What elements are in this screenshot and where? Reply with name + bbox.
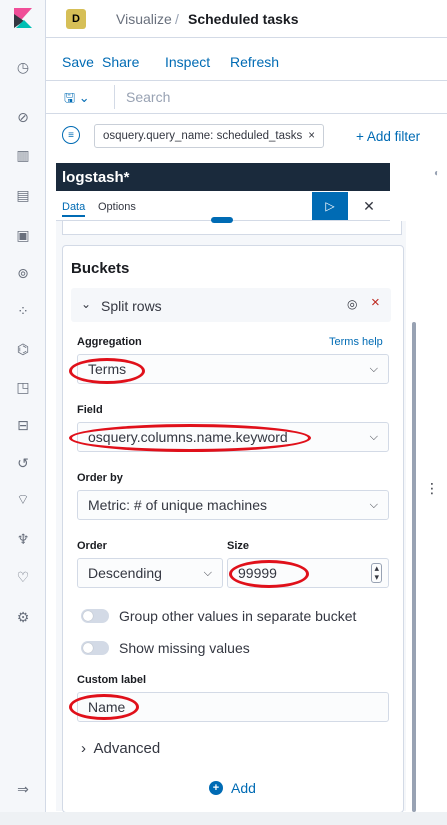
space-badge[interactable]: D (66, 9, 86, 29)
split-rows-header[interactable]: ⌄ Split rows ◎ × (71, 288, 391, 322)
order-by-label: Order by (77, 472, 123, 484)
buckets-panel: Buckets ⌄ Split rows ◎ × Aggregation Ter… (62, 245, 404, 813)
filter-options-icon[interactable]: ≡ (62, 126, 80, 144)
order-value: Descending (88, 565, 162, 581)
chevron-down-icon: ⌵ (369, 431, 378, 443)
order-by-select[interactable]: Metric: # of unique machines ⌵ (77, 490, 389, 520)
apm-icon[interactable]: ⊟ (13, 416, 33, 436)
compass-icon[interactable]: ⊘ (13, 108, 33, 128)
inspect-link[interactable]: Inspect (165, 54, 210, 70)
add-filter-link[interactable]: + Add filter (356, 129, 420, 144)
order-label: Order (77, 540, 107, 552)
saved-query-icon[interactable]: 🖫 ⌄ (64, 89, 90, 111)
order-select[interactable]: Descending ⌵ (77, 558, 223, 588)
infra-icon[interactable]: ⌬ (13, 340, 33, 360)
advanced-toggle[interactable]: › Advanced (81, 740, 160, 757)
split-rows-label: Split rows (101, 298, 162, 314)
save-link[interactable]: Save (62, 54, 94, 70)
apply-button[interactable]: ▷ (312, 192, 348, 220)
terms-help-link[interactable]: Terms help (329, 336, 383, 348)
breadcrumb-visualize[interactable]: Visualize (116, 11, 172, 27)
plus-icon: + (209, 781, 223, 795)
show-missing-switch[interactable] (81, 641, 109, 655)
search-input[interactable] (116, 85, 447, 109)
aggregation-value: Terms (88, 361, 127, 377)
dashboard-icon[interactable]: ▤ (13, 186, 33, 206)
size-input[interactable]: 99999 ▴ ▾ (227, 558, 389, 588)
management-icon[interactable]: ⚙ (13, 608, 33, 628)
top-header: D Visualize / Scheduled tasks (46, 0, 447, 38)
breadcrumb-current: Scheduled tasks (188, 11, 299, 27)
field-value: osquery.columns.name.keyword (88, 429, 288, 445)
chevron-down-icon: ⌵ (369, 499, 378, 511)
group-other-label: Group other values in separate bucket (119, 608, 357, 624)
resize-handle-icon[interactable]: ⋮ (425, 480, 439, 497)
custom-label-label: Custom label (77, 674, 147, 686)
add-label: Add (231, 780, 256, 796)
left-nav: ◷ ⊘ ▥ ▤ ▣ ⊚ ⁘ ⌬ ◳ ⊟ ↺ ⌔ ♆ ♡ ⚙ ⇒ (0, 0, 46, 825)
show-missing-switch-row[interactable]: Show missing values (81, 638, 250, 658)
eye-icon[interactable]: ◎ (347, 297, 357, 311)
clock-icon[interactable]: ◷ (13, 58, 33, 78)
filter-pill[interactable]: osquery.query_name: scheduled_tasks × (94, 124, 324, 148)
uptime-icon[interactable]: ↺ (13, 454, 33, 474)
group-other-switch-row[interactable]: Group other values in separate bucket (81, 606, 356, 626)
chevron-down-icon: ⌵ (369, 363, 378, 375)
ml-icon[interactable]: ⁘ (13, 302, 33, 322)
aggregation-label: Aggregation (77, 336, 142, 348)
add-button[interactable]: + Add (209, 780, 256, 796)
stepper-icon[interactable]: ▴ ▾ (371, 563, 382, 583)
aggregation-select[interactable]: Terms ⌵ (77, 354, 389, 384)
index-pattern-title: logstash* (56, 163, 390, 191)
dev-tools-icon[interactable]: ♆ (13, 530, 33, 550)
size-value: 99999 (238, 565, 277, 581)
search-bar: 🖫 ⌄ (46, 80, 447, 114)
filter-pill-text: osquery.query_name: scheduled_tasks (103, 130, 303, 142)
show-missing-label: Show missing values (119, 640, 250, 656)
close-icon[interactable]: × (308, 130, 315, 142)
filter-bar: ≡ osquery.query_name: scheduled_tasks × … (46, 120, 447, 152)
tab-options[interactable]: Options (98, 201, 136, 213)
remove-icon[interactable]: × (371, 294, 380, 311)
chevron-down-icon: ⌵ (203, 567, 212, 579)
share-link[interactable]: Share (102, 54, 139, 70)
kibana-logo[interactable] (14, 8, 34, 28)
order-by-value: Metric: # of unique machines (88, 497, 267, 513)
collapse-icon[interactable]: ⇒ (13, 780, 33, 800)
metrics-panel-partial (62, 217, 402, 235)
discard-button[interactable]: ✕ (356, 194, 382, 218)
logs-icon[interactable]: ◳ (13, 378, 33, 398)
siem-icon[interactable]: ⌔ (13, 490, 33, 510)
chevron-right-icon: › (81, 740, 86, 757)
monitoring-icon[interactable]: ♡ (13, 568, 33, 588)
maps-icon[interactable]: ⊚ (13, 264, 33, 284)
bottom-strip (0, 812, 447, 825)
size-label: Size (227, 540, 250, 552)
group-other-switch[interactable] (81, 609, 109, 623)
buckets-title: Buckets (71, 260, 130, 277)
field-select[interactable]: osquery.columns.name.keyword ⌵ (77, 422, 389, 452)
custom-label-value: Name (88, 699, 126, 715)
top-menu: Save Share Inspect Refresh (46, 38, 447, 74)
custom-label-input[interactable]: Name (77, 692, 389, 722)
advanced-label: Advanced (93, 740, 161, 757)
breadcrumb-separator: / (175, 11, 179, 27)
chevron-down-icon[interactable]: ⌄ (81, 297, 91, 311)
panel-toggle-icon[interactable]: ◐ (434, 168, 440, 179)
tab-data[interactable]: Data (62, 201, 86, 217)
drag-indicator (211, 217, 233, 223)
scrollbar[interactable] (412, 322, 416, 812)
refresh-link[interactable]: Refresh (230, 54, 279, 70)
divider (114, 85, 115, 109)
canvas-icon[interactable]: ▣ (13, 226, 33, 246)
editor-scroll-area: Buckets ⌄ Split rows ◎ × Aggregation Ter… (56, 217, 406, 813)
field-label: Field (77, 404, 103, 416)
visualize-icon[interactable]: ▥ (13, 146, 33, 166)
